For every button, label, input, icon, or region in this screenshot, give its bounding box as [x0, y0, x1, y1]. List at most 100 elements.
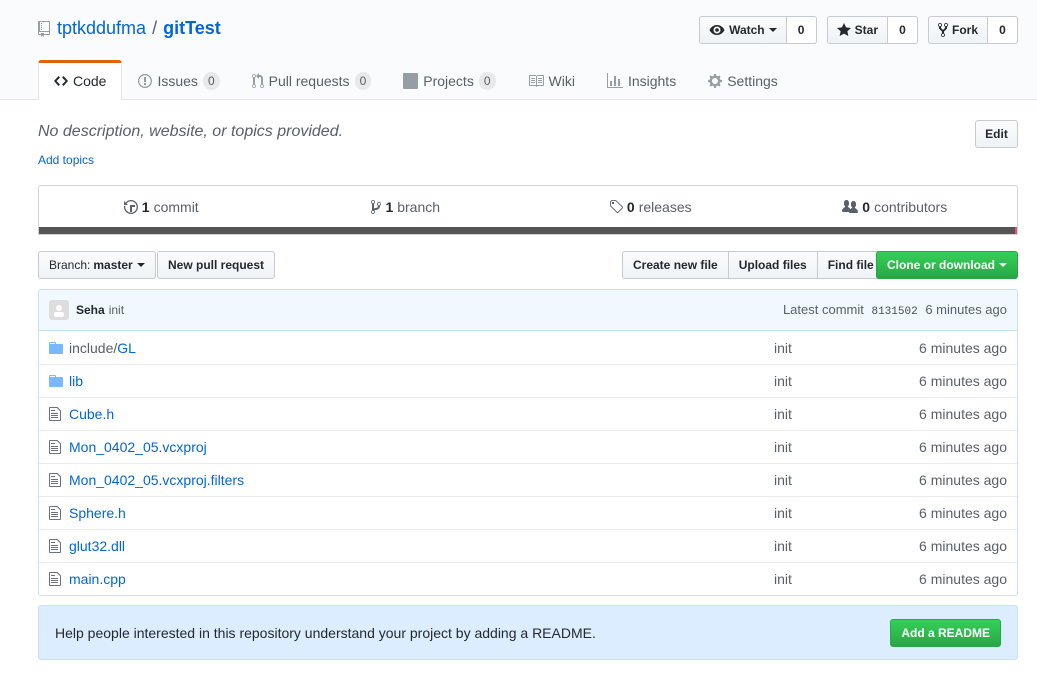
add-readme-button[interactable]: Add a README — [890, 618, 1001, 647]
file-name-link[interactable]: include/GL — [69, 340, 136, 356]
upload-files-button[interactable]: Upload files — [727, 251, 818, 279]
file-commit-message[interactable]: init — [774, 340, 792, 356]
star-label: Star — [854, 23, 878, 37]
file-row[interactable]: Mon_0402_05.vcxproj init 6 minutes ago — [39, 430, 1017, 463]
latest-commit-age: 6 minutes ago — [925, 302, 1007, 317]
repo-name-link[interactable]: gitTest — [163, 18, 221, 39]
file-commit-message[interactable]: init — [774, 571, 792, 587]
file-name-link[interactable]: glut32.dll — [69, 538, 125, 554]
watch-count[interactable]: 0 — [786, 16, 817, 44]
readme-prompt: Help people interested in this repositor… — [38, 605, 1018, 660]
file-name-link[interactable]: main.cpp — [69, 571, 126, 587]
contributors-label: contributors — [874, 199, 948, 215]
file-commit-message[interactable]: init — [774, 439, 792, 455]
tab-pull-requests[interactable]: Pull requests 0 — [236, 60, 388, 100]
star-action: Star 0 — [826, 16, 918, 44]
file-row[interactable]: Cube.h init 6 minutes ago — [39, 397, 1017, 430]
repo-owner-link[interactable]: tptkddufma — [57, 18, 146, 39]
people-icon — [842, 200, 859, 213]
latest-commit-prefix: Latest commit — [782, 302, 864, 317]
commit-author[interactable]: Seha — [76, 303, 105, 317]
releases-label: releases — [638, 199, 692, 215]
add-topics-link[interactable]: Add topics — [38, 153, 94, 167]
tab-wiki[interactable]: Wiki — [512, 60, 591, 100]
file-name: glut32.dll — [69, 538, 126, 554]
branch-select-button[interactable]: Branch: master — [38, 251, 156, 279]
watch-button[interactable]: Watch — [699, 16, 787, 44]
file-name-link[interactable]: Sphere.h — [69, 505, 126, 521]
new-pull-request-button[interactable]: New pull request — [157, 251, 276, 279]
file-name: Mon_0402_05.vcxproj — [69, 439, 207, 455]
file-icon — [49, 538, 65, 554]
language-bar[interactable] — [39, 227, 1017, 234]
file-row[interactable]: lib init 6 minutes ago — [39, 364, 1017, 397]
chevron-down-icon — [768, 28, 777, 32]
code-icon — [54, 76, 68, 86]
find-file-button[interactable]: Find file — [816, 251, 885, 279]
repo-nav-tabs: Code Issues 0 Pull requests 0 Projects 0… — [38, 60, 794, 100]
watch-label: Watch — [729, 23, 765, 37]
commit-sha[interactable]: 8131502 — [871, 306, 917, 318]
graph-icon — [606, 73, 623, 88]
file-row[interactable]: include/GL init 6 minutes ago — [39, 331, 1017, 364]
repo-actions: Watch 0 Star 0 Fork 0 — [689, 16, 1018, 44]
readme-prompt-text: Help people interested in this repositor… — [55, 624, 596, 641]
file-commit-message[interactable]: init — [774, 538, 792, 554]
file-commit-message[interactable]: init — [774, 373, 792, 389]
latest-commit-info: Latest commit 8131502 6 minutes ago — [783, 302, 1007, 318]
repo-title: tptkddufma / gitTest — [37, 18, 221, 39]
fork-count[interactable]: 0 — [988, 16, 1018, 44]
contributors-stat[interactable]: 0 contributors — [773, 186, 1018, 228]
file-name-link[interactable]: lib — [69, 373, 83, 389]
tab-issues[interactable]: Issues 0 — [122, 60, 235, 100]
pull-requests-counter: 0 — [354, 72, 372, 90]
commits-stat[interactable]: 1 commit — [39, 186, 284, 228]
file-name-link[interactable]: Mon_0402_05.vcxproj — [69, 439, 207, 455]
file-commit-message[interactable]: init — [774, 505, 792, 521]
repo-description: No description, website, or topics provi… — [38, 123, 344, 140]
create-new-file-button[interactable]: Create new file — [622, 251, 729, 279]
fork-label: Fork — [951, 23, 978, 37]
branch-name: master — [93, 258, 133, 272]
tab-settings[interactable]: Settings — [692, 60, 794, 100]
clone-or-download-button[interactable]: Clone or download — [876, 251, 1018, 279]
tab-insights-label: Insights — [627, 73, 677, 89]
file-row[interactable]: main.cpp init 6 minutes ago — [39, 562, 1017, 595]
file-age: 6 minutes ago — [919, 571, 1007, 587]
issues-counter: 0 — [202, 72, 220, 90]
tab-insights[interactable]: Insights — [591, 60, 692, 100]
file-name: GL — [117, 339, 136, 356]
file-age: 6 minutes ago — [919, 505, 1007, 521]
file-row[interactable]: Sphere.h init 6 minutes ago — [39, 496, 1017, 529]
file-name-link[interactable]: Cube.h — [69, 406, 114, 422]
repo-summary: 1 commit 1 branch 0 releases 0 contribut… — [38, 185, 1018, 235]
file-rows: include/GL init 6 minutes ago lib init 6 minu… — [39, 331, 1017, 595]
repo-header: tptkddufma / gitTest Watch 0 Star 0 Fork — [0, 0, 1037, 100]
folder-icon — [49, 373, 65, 389]
file-name: Sphere.h — [69, 505, 126, 521]
star-button[interactable]: Star — [826, 16, 888, 44]
tab-projects[interactable]: Projects 0 — [387, 60, 511, 100]
language-bar-segment — [1015, 227, 1017, 234]
file-icon — [49, 472, 65, 488]
releases-stat[interactable]: 0 releases — [528, 186, 773, 228]
file-name-link[interactable]: Mon_0402_05.vcxproj.filters — [69, 472, 244, 488]
avatar[interactable] — [49, 300, 69, 320]
edit-button[interactable]: Edit — [975, 120, 1018, 148]
file-path-prefix: include/ — [69, 339, 118, 356]
tab-code-label: Code — [73, 73, 107, 89]
commit-message[interactable]: init — [109, 303, 124, 317]
file-row[interactable]: glut32.dll init 6 minutes ago — [39, 529, 1017, 562]
file-commit-message[interactable]: init — [774, 406, 792, 422]
tab-code[interactable]: Code — [38, 60, 123, 100]
fork-button[interactable]: Fork — [927, 16, 988, 44]
clone-label: Clone or download — [887, 258, 995, 272]
branches-stat[interactable]: 1 branch — [284, 186, 529, 228]
star-count[interactable]: 0 — [887, 16, 918, 44]
file-commit-message[interactable]: init — [774, 472, 792, 488]
file-row[interactable]: Mon_0402_05.vcxproj.filters init 6 minutes… — [39, 463, 1017, 496]
file-navigation: Branch: master New pull request Create n… — [38, 251, 1018, 279]
file-icon — [49, 406, 65, 422]
latest-commit-bar: Seha init Latest commit 8131502 6 minute… — [39, 290, 1017, 331]
branch-prefix: Branch: — [49, 258, 91, 272]
